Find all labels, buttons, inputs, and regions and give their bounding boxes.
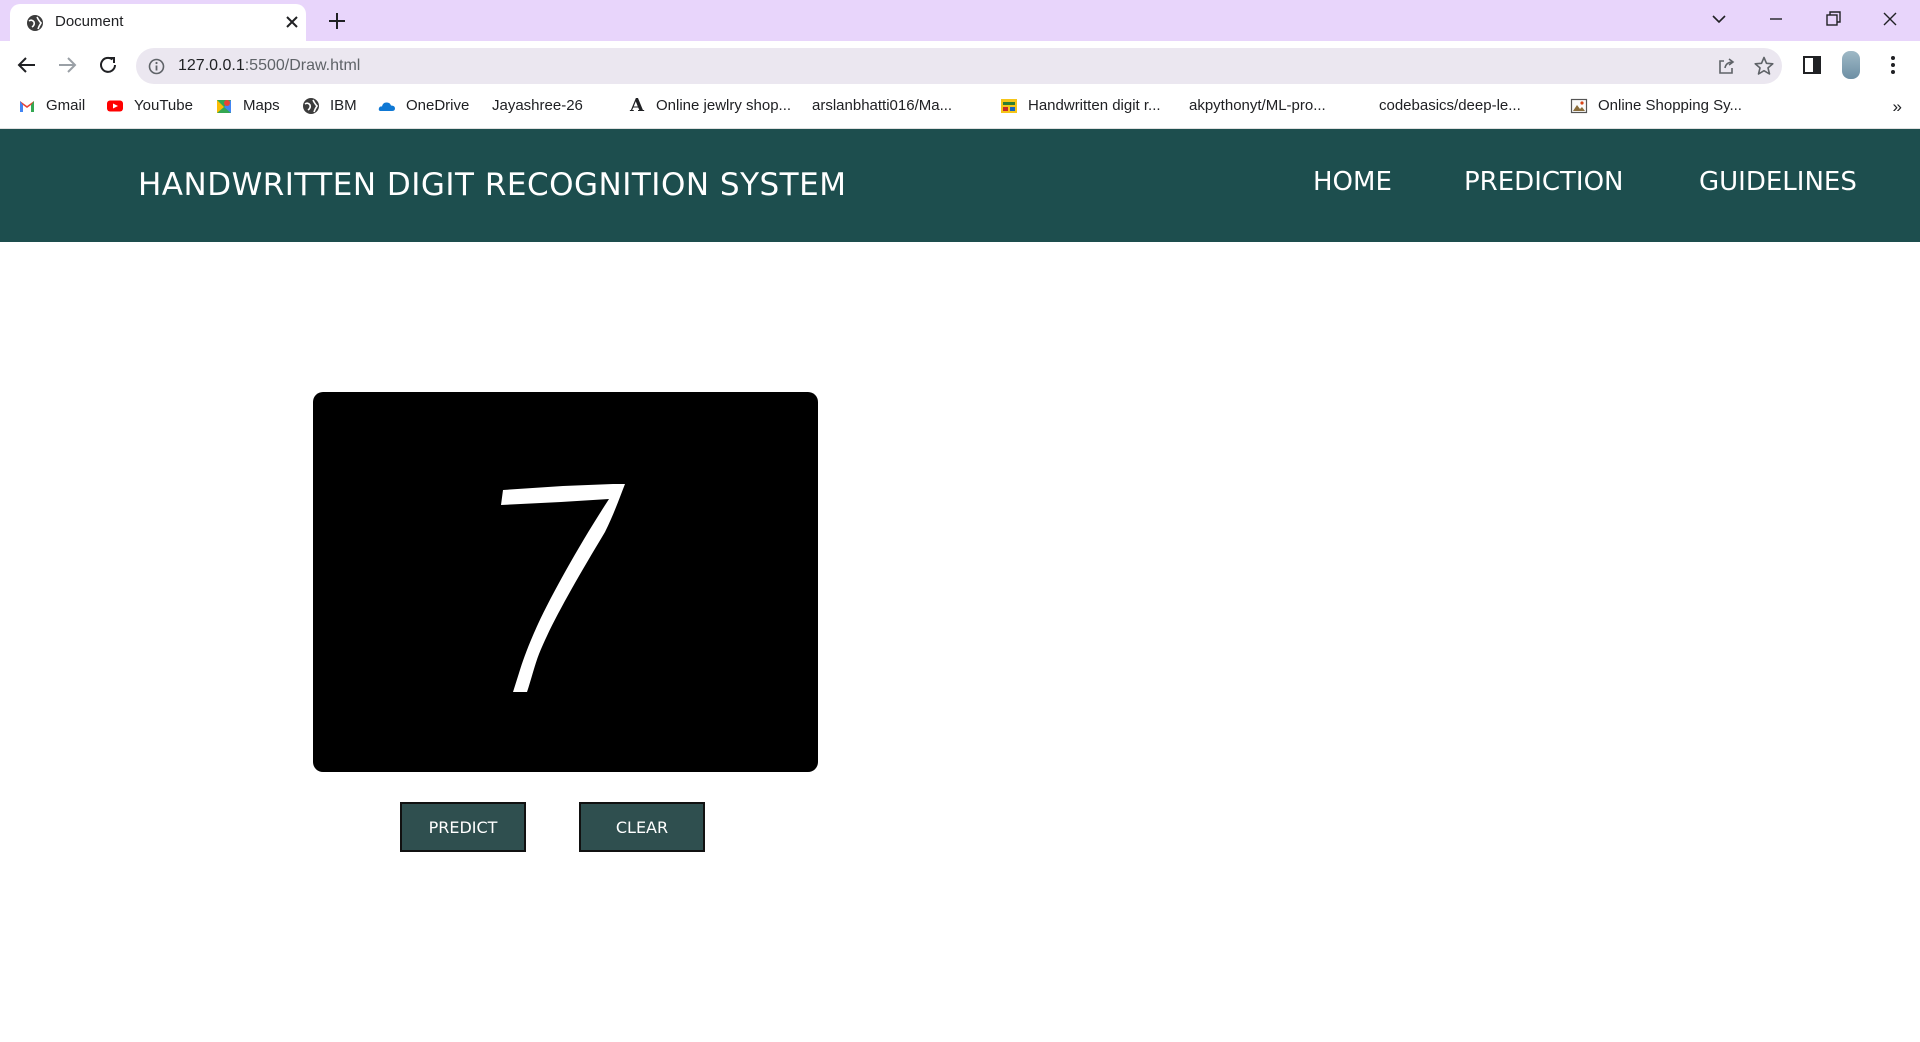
nav-home[interactable]: HOME	[1313, 167, 1392, 197]
maps-icon	[217, 99, 231, 113]
kebab-menu-icon[interactable]	[1881, 53, 1905, 77]
tab-title: Document	[55, 13, 124, 30]
url-path: :5500/Draw.html	[244, 57, 361, 74]
font-a-icon: A	[630, 94, 644, 116]
drawn-digit-stroke	[501, 484, 625, 692]
bookmark-label: YouTube	[134, 97, 193, 114]
bookmark-label: codebasics/deep-le...	[1379, 97, 1521, 114]
side-panel-icon[interactable]	[1800, 53, 1824, 77]
site-title: HANDWRITTEN DIGIT RECOGNITION SYSTEM	[138, 167, 847, 203]
reload-icon[interactable]	[96, 53, 120, 77]
onedrive-icon	[378, 101, 395, 111]
bookmark-label: Handwritten digit r...	[1028, 97, 1161, 114]
site-header: HANDWRITTEN DIGIT RECOGNITION SYSTEM HOM…	[0, 129, 1920, 242]
bookmark-akpythonyt[interactable]: akpythonyt/ML-pro...	[1189, 90, 1326, 121]
bookmark-ibm[interactable]: IBM	[302, 90, 357, 121]
url-text: 127.0.0.1:5500/Draw.html	[178, 57, 360, 75]
bookmark-label: OneDrive	[406, 97, 470, 114]
bookmark-star-icon[interactable]	[1753, 55, 1775, 77]
image-icon	[1570, 98, 1588, 113]
bookmark-jewlry[interactable]: A Online jewlry shop...	[628, 90, 791, 121]
url-host: 127.0.0.1	[178, 57, 245, 74]
bookmark-label: arslanbhatti016/Ma...	[812, 97, 953, 114]
bookmark-label: Online jewlry shop...	[656, 97, 792, 114]
share-icon[interactable]	[1716, 56, 1736, 76]
bookmark-gmail[interactable]: Gmail	[18, 90, 85, 121]
window-close-icon[interactable]	[1878, 8, 1902, 30]
bookmark-label: Maps	[243, 97, 280, 114]
close-icon[interactable]	[282, 12, 302, 32]
bookmark-online-shopping[interactable]: Online Shopping Sy...	[1570, 90, 1742, 121]
bookmark-arslanbhatti[interactable]: arslanbhatti016/Ma...	[812, 90, 952, 121]
back-arrow-icon[interactable]	[15, 53, 39, 77]
bookmark-label: IBM	[330, 97, 357, 114]
browser-tab[interactable]: Document	[10, 4, 306, 41]
gmail-icon	[20, 100, 34, 112]
drawing-canvas[interactable]	[313, 392, 818, 772]
forward-arrow-icon[interactable]	[55, 53, 79, 77]
globe-icon	[303, 97, 319, 114]
bookmark-label: Gmail	[46, 97, 86, 114]
bookmark-label: Online Shopping Sy...	[1598, 97, 1742, 114]
clear-button[interactable]: CLEAR	[579, 802, 705, 852]
bookmarks-bar: Gmail YouTube Maps IBM OneDrive Jayashre…	[0, 90, 1920, 129]
info-icon[interactable]	[148, 58, 165, 75]
nav-guidelines[interactable]: GUIDELINES	[1699, 167, 1857, 197]
nav-prediction[interactable]: PREDICTION	[1464, 167, 1623, 197]
address-bar[interactable]: 127.0.0.1:5500/Draw.html	[136, 48, 1782, 84]
predict-button[interactable]: PREDICT	[400, 802, 526, 852]
chevron-down-icon[interactable]	[1707, 8, 1731, 30]
bookmark-label: Jayashree-26	[492, 97, 583, 114]
browser-toolbar: 127.0.0.1:5500/Draw.html	[0, 41, 1920, 90]
tab-strip: Document	[0, 0, 1920, 41]
restore-icon[interactable]	[1821, 8, 1845, 30]
image-icon	[1001, 98, 1017, 113]
new-tab-icon[interactable]	[326, 10, 348, 32]
bookmark-maps[interactable]: Maps	[215, 90, 280, 121]
globe-icon	[27, 15, 43, 31]
youtube-icon	[107, 100, 123, 111]
bookmark-youtube[interactable]: YouTube	[106, 90, 193, 121]
bookmark-jayashree[interactable]: Jayashree-26	[492, 90, 583, 121]
minimize-icon[interactable]	[1764, 8, 1788, 30]
bookmark-onedrive[interactable]: OneDrive	[378, 90, 469, 121]
bookmark-label: akpythonyt/ML-pro...	[1189, 97, 1326, 114]
bookmark-handwritten[interactable]: Handwritten digit r...	[1000, 90, 1161, 121]
avatar[interactable]	[1842, 51, 1860, 79]
bookmarks-overflow-icon[interactable]: »	[1893, 97, 1902, 117]
bookmark-codebasics[interactable]: codebasics/deep-le...	[1379, 90, 1521, 121]
